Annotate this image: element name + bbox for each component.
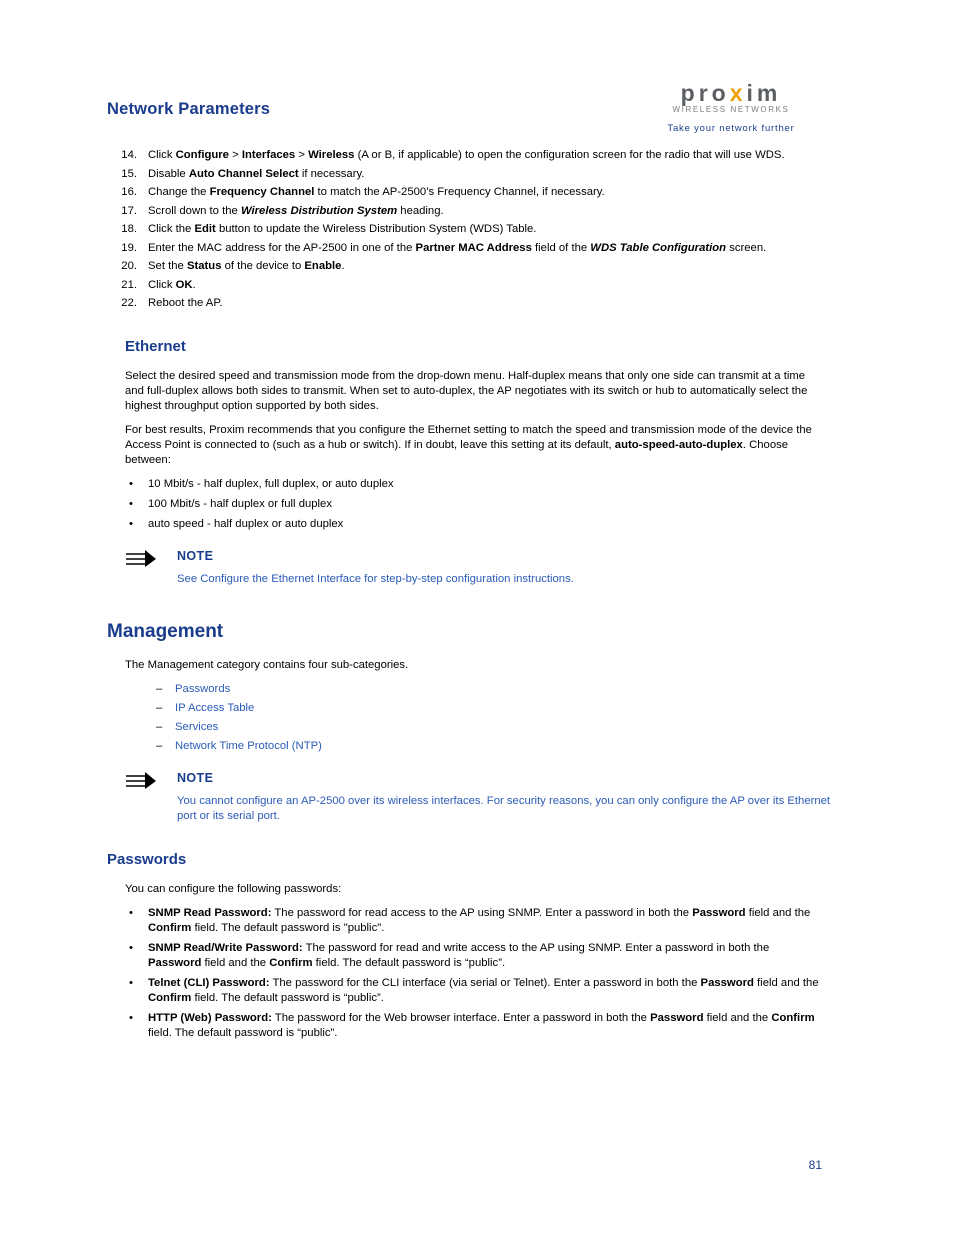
list-item-label: Telnet (CLI) Password: The password for … [148,976,819,1004]
list-item: • auto speed - half duplex or auto duplex [107,517,823,532]
step-number: 17. [121,204,137,217]
list-item: 15. Disable Auto Channel Select if necess… [107,167,823,182]
step-number: 16. [121,186,137,199]
bullet-marker: • [129,906,133,919]
list-item: • Telnet (CLI) Password: The password for… [107,976,823,1006]
bullet-marker: • [129,941,133,954]
proxim-logo: proxim WIRELESS NETWORKS Take your netwo… [645,8,817,134]
page-number: 81 [808,1158,822,1172]
list-item-label: 100 Mbit/s - half duplex or full duplex [148,498,332,511]
note-block-ethernet: NOTE See Configure the Ethernet Interfac… [107,548,823,587]
list-item: – Services [107,720,823,735]
ethernet-options-list: • 10 Mbit/s - half duplex, full duplex, o… [107,477,823,532]
step-text: Enter the MAC address for the AP-2500 in… [148,241,767,254]
note-block-management: NOTE You cannot configure an AP-2500 ove… [107,770,830,824]
step-text: Change the Frequency Channel to match th… [148,186,605,199]
step-text: Click Configure > Interfaces > Wireless … [148,149,785,161]
list-item-label: auto speed - half duplex or auto duplex [148,518,344,531]
note-body: See Configure the Ethernet Interface for… [177,572,574,585]
bullet-marker: • [129,518,133,531]
list-item: • SNMP Read Password: The password for re… [107,906,823,936]
list-item: – IP Access Table [107,701,823,716]
step-number: 14. [121,149,137,161]
step-text: Scroll down to the Wireless Distribution… [148,204,444,217]
section-heading-management: Management [107,620,224,642]
document-page: proxim WIRELESS NETWORKS Take your netwo… [0,0,954,1235]
logo-word-post: im [746,80,782,106]
page-content: 14. Click Configure > Interfaces > Wirele… [107,148,830,1046]
list-item: • SNMP Read/Write Password: The password … [107,941,823,971]
passwords-intro: You can configure the following password… [125,882,342,895]
dash-marker: – [156,683,163,696]
list-item-label: HTTP (Web) Password: The password for th… [148,1011,815,1039]
list-item: 20. Set the Status of the device to Enabl… [107,259,823,274]
list-item-label: SNMP Read/Write Password: The password f… [148,941,770,969]
bullet-marker: • [129,478,133,491]
step-text: Reboot the AP. [148,297,223,310]
list-item: • HTTP (Web) Password: The password for t… [107,1011,823,1041]
bullet-marker: • [129,1011,133,1024]
logo-tagline: Take your network further [667,123,795,134]
logo-wordmark: proxim [645,80,817,107]
list-item: – Network Time Protocol (NTP) [107,739,823,754]
management-subcategory-list: – Passwords – IP Access Table – Services – N… [107,682,823,754]
list-item: 16. Change the Frequency Channel to match… [107,185,823,200]
note-title: NOTE [177,771,214,786]
management-intro: The Management category contains four su… [125,659,409,672]
numbered-steps-list: 14. Click Configure > Interfaces > Wirele… [107,148,823,311]
step-number: 22. [121,297,137,310]
note-arrow-icon [125,772,157,790]
logo-subtitle: WIRELESS NETWORKS [672,105,790,114]
list-item-label: SNMP Read Password: The password for rea… [148,906,811,934]
list-item: 22. Reboot the AP. [107,296,823,311]
note-body: You cannot configure an AP-2500 over its… [177,794,831,822]
ethernet-paragraph-2: For best results, Proxim recommends that… [125,424,812,467]
link-passwords[interactable]: Passwords [175,683,230,695]
ethernet-paragraph-1: Select the desired speed and transmissio… [125,370,808,413]
list-item: 19. Enter the MAC address for the AP-2500… [107,241,823,256]
list-item: • 10 Mbit/s - half duplex, full duplex, o… [107,477,823,492]
step-text: Disable Auto Channel Select if necessary… [148,167,365,180]
step-number: 18. [121,223,137,236]
dash-marker: – [156,740,163,753]
bullet-marker: • [129,976,133,989]
link-ip-access-table[interactable]: IP Access Table [175,702,254,714]
link-services[interactable]: Services [175,721,218,733]
list-item: – Passwords [107,682,823,697]
dash-marker: – [156,721,163,734]
list-item: 17. Scroll down to the Wireless Distribut… [107,204,823,219]
logo-word-pre: pro [680,80,730,106]
page-title: Network Parameters [107,100,271,118]
list-item-label: 10 Mbit/s - half duplex, full duplex, or… [148,478,394,491]
passwords-list: • SNMP Read Password: The password for re… [107,906,823,1041]
section-heading-passwords: Passwords [107,850,187,868]
step-number: 15. [121,167,137,180]
note-title: NOTE [177,549,214,564]
step-number: 19. [121,241,137,254]
bullet-marker: • [129,498,133,511]
step-text: Click the Edit button to update the Wire… [148,223,537,236]
step-number: 21. [121,278,137,291]
list-item: • 100 Mbit/s - half duplex or full duplex [107,497,823,512]
dash-marker: – [156,702,163,715]
logo-word-x: x [729,80,747,106]
section-heading-ethernet: Ethernet [125,338,186,356]
list-item: 21. Click OK. [107,278,823,293]
list-item: 14. Click Configure > Interfaces > Wirele… [107,148,823,163]
step-text: Click OK. [148,278,196,291]
link-ntp[interactable]: Network Time Protocol (NTP) [175,740,322,752]
list-item: 18. Click the Edit button to update the W… [107,222,823,237]
step-number: 20. [121,260,137,273]
step-text: Set the Status of the device to Enable. [148,260,345,273]
note-arrow-icon [125,550,157,568]
